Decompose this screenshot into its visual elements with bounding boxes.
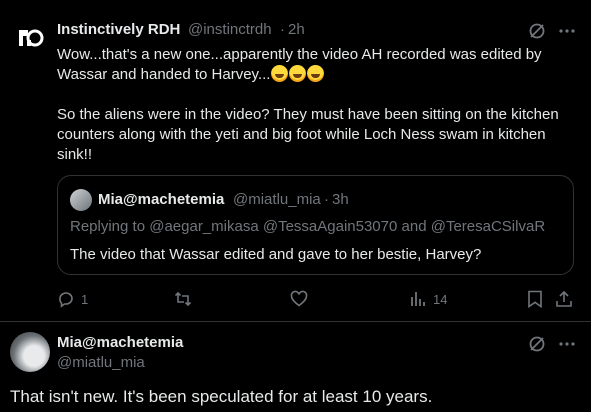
tweet-author-name[interactable]: Instinctively RDH: [57, 21, 180, 38]
tweet-time-separator: ·: [280, 21, 285, 38]
tweet-author-handle[interactable]: @instinctrdh: [188, 21, 272, 38]
tweet-text-line: sink!!: [57, 146, 93, 163]
tweet-text: Wow...that's a new one...apparently the …: [57, 45, 577, 165]
quoted-author-name: Mia@machetemia: [98, 191, 225, 208]
views-count: 14: [433, 291, 448, 307]
quoted-time-separator: ·: [324, 191, 329, 208]
tweet-text-line: counters along with the yeti and big foo…: [57, 126, 546, 143]
more-options-icon[interactable]: [556, 333, 578, 355]
logo-avatar-image: [10, 18, 50, 58]
replying-to-user: @TeresaCSilvaR: [430, 218, 546, 235]
retweet-icon: [174, 291, 192, 307]
views-button[interactable]: 14: [409, 290, 447, 308]
heart-icon: [290, 290, 308, 307]
laughing-emoji-icon: [271, 65, 289, 82]
retweet-button[interactable]: [174, 290, 198, 308]
quoted-author-avatar: [70, 189, 92, 211]
views-chart-icon: [411, 292, 425, 306]
quoted-time: 3h: [332, 191, 349, 208]
bookmark-icon[interactable]: [525, 289, 545, 309]
reply-count: 1: [81, 291, 89, 307]
reply-author-handle[interactable]: @miatlu_mia: [57, 354, 145, 371]
tweet-text-line-with-emoji: Wassar and handed to Harvey...: [57, 65, 577, 85]
grok-icon[interactable]: [526, 333, 548, 355]
grok-icon[interactable]: [526, 20, 548, 42]
laughing-emoji-icon: [289, 65, 307, 82]
tweet-text-line: Wow...that's a new one...apparently the …: [57, 46, 542, 63]
replying-to-and: and: [401, 218, 427, 235]
reply-icon: [59, 292, 73, 308]
reply-author-name[interactable]: Mia@machetemia: [57, 334, 183, 351]
quoted-author-handle: @miatlu_mia: [233, 191, 321, 208]
tweet-divider: [0, 321, 591, 322]
reply-author-avatar[interactable]: [10, 332, 50, 372]
quoted-tweet-card[interactable]: Mia@machetemia @miatlu_mia · 3h Replying…: [57, 175, 574, 275]
tweet-text-line: So the aliens were in the video? They mu…: [57, 106, 559, 123]
replying-to-line: Replying to @aegar_mikasa @TessaAgain530…: [70, 218, 545, 235]
replying-to-user: @aegar_mikasa: [149, 218, 259, 235]
tweet-text-line: Wassar and handed to Harvey...: [57, 66, 271, 83]
reply-button[interactable]: 1: [57, 290, 88, 308]
share-icon[interactable]: [554, 289, 574, 309]
replying-to-label: Replying to: [70, 218, 146, 235]
tweet-time[interactable]: 2h: [288, 21, 305, 38]
more-options-icon[interactable]: [556, 20, 578, 42]
quoted-tweet-text: The video that Wassar edited and gave to…: [70, 246, 482, 263]
laughing-emoji-icon: [307, 65, 325, 82]
replying-to-user: @TessaAgain53070: [262, 218, 398, 235]
like-button[interactable]: [290, 290, 314, 308]
author-avatar[interactable]: [10, 18, 50, 58]
reply-text: That isn't new. It's been speculated for…: [10, 387, 433, 406]
